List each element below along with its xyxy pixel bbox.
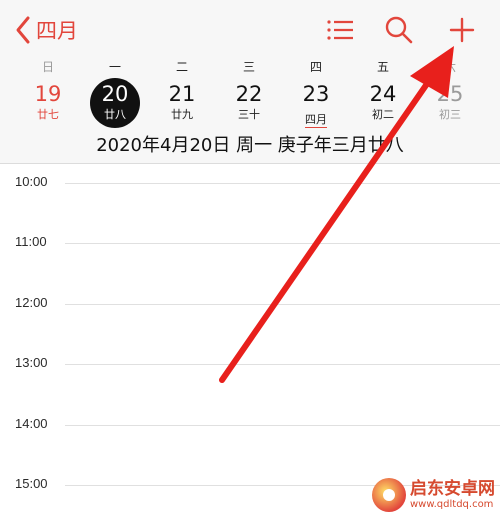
day-number: 19: [34, 82, 62, 106]
lunar-date: 初二: [372, 108, 394, 121]
hour-label: 12:00: [15, 295, 48, 310]
day-21[interactable]: 21 廿九: [157, 80, 207, 126]
calendar-header: 四月 日 一 二 三 四 五 六 19 廿七 20 廿八 21 廿九 22 三十…: [0, 0, 500, 164]
lunar-date: 四月: [305, 113, 327, 128]
lunar-date: 廿九: [171, 108, 193, 121]
weekday-tue: 二: [175, 60, 188, 74]
search-button[interactable]: [383, 14, 415, 46]
site-watermark: 启东安卓网 www.qdltdq.com: [372, 478, 495, 512]
lunar-date: 廿七: [37, 108, 59, 121]
day-number: 20: [101, 82, 129, 106]
day-number: 25: [436, 82, 464, 106]
hour-label: 14:00: [15, 416, 48, 431]
weekday-thu: 四: [309, 60, 322, 74]
weekday-sun: 日: [41, 60, 54, 74]
hour-row: 14:00: [0, 416, 500, 431]
day-23[interactable]: 23 四月: [291, 80, 341, 128]
hour-label: 13:00: [15, 355, 48, 370]
day-number: 23: [302, 82, 330, 106]
hour-divider: [65, 364, 500, 365]
hour-row: 13:00: [0, 355, 500, 370]
lunar-date: 初三: [439, 108, 461, 121]
hour-label: 10:00: [15, 174, 48, 189]
watermark-title: 启东安卓网: [410, 478, 495, 499]
day-22[interactable]: 22 三十: [224, 80, 274, 126]
lunar-date: 三十: [238, 108, 260, 121]
add-event-button[interactable]: [446, 14, 478, 46]
hour-label: 11:00: [15, 234, 47, 249]
list-view-button[interactable]: [324, 14, 356, 46]
hour-row: 12:00: [0, 295, 500, 310]
chevron-left-icon: [16, 16, 30, 44]
hour-divider: [65, 243, 500, 244]
search-icon: [385, 16, 413, 44]
selected-date-title: 2020年4月20日 周一 庚子年三月廿八: [96, 135, 404, 156]
day-25[interactable]: 25 初三: [425, 80, 475, 126]
watermark-text: 启东安卓网 www.qdltdq.com: [410, 478, 495, 511]
watermark-url: www.qdltdq.com: [410, 498, 494, 510]
day-19[interactable]: 19 廿七: [23, 80, 73, 126]
day-20-selected[interactable]: 20 廿八: [90, 78, 140, 128]
weekday-wed: 三: [242, 60, 255, 74]
back-to-month-button[interactable]: 四月: [14, 14, 78, 46]
day-24[interactable]: 24 初二: [358, 80, 408, 126]
watermark-logo-icon: [372, 478, 406, 512]
plus-icon: [449, 17, 475, 43]
weekday-mon: 一: [108, 60, 121, 74]
back-label: 四月: [36, 19, 78, 43]
weekday-fri: 五: [376, 60, 389, 74]
hour-row: 11:00: [0, 234, 500, 249]
hour-row: 10:00: [0, 174, 500, 189]
day-number: 24: [369, 82, 397, 106]
hour-divider: [65, 304, 500, 305]
hour-divider: [65, 425, 500, 426]
hour-label: 15:00: [15, 476, 48, 491]
day-number: 22: [235, 82, 263, 106]
lunar-date: 廿八: [104, 108, 126, 121]
list-icon: [327, 20, 353, 40]
hour-divider: [65, 183, 500, 184]
day-number: 21: [168, 82, 196, 106]
weekday-sat: 六: [443, 60, 456, 74]
